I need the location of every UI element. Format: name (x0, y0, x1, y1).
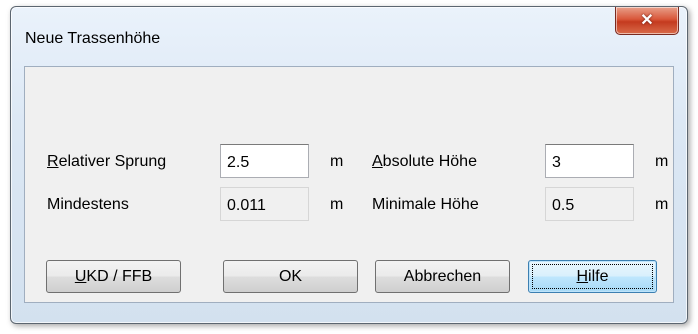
ok-button[interactable]: OK (223, 260, 358, 293)
absolute-hoehe-label: Absolute Höhe (372, 153, 477, 170)
minimale-hoehe-label: Minimale Höhe (372, 196, 479, 213)
minimale-hoehe-value: 0.5 (545, 187, 634, 221)
relativer-sprung-label: Relativer Sprung (47, 153, 167, 170)
relativer-sprung-unit: m (330, 153, 344, 170)
mindestens-label: Mindestens (47, 196, 129, 213)
absolute-hoehe-unit: m (655, 153, 669, 170)
mindestens-value: 0.011 (220, 187, 309, 221)
dialog-window: Neue Trassenhöhe ✕ Relativer Sprung 2.5 … (10, 6, 688, 324)
close-icon: ✕ (640, 11, 654, 29)
title-bar[interactable]: Neue Trassenhöhe ✕ (11, 7, 687, 53)
dialog-client-area: Relativer Sprung 2.5 m Absolute Höhe 3 m… (24, 66, 674, 303)
close-button[interactable]: ✕ (615, 7, 679, 35)
ukd-ffb-button[interactable]: U KD / FFB (46, 260, 181, 293)
hilfe-button[interactable]: Hilfe (528, 260, 657, 293)
window-title: Neue Trassenhöhe (25, 30, 161, 47)
abbrechen-button[interactable]: Abbrechen (375, 260, 510, 293)
minimale-hoehe-unit: m (655, 196, 669, 213)
relativer-sprung-input[interactable]: 2.5 (220, 144, 309, 178)
absolute-hoehe-input[interactable]: 3 (545, 144, 634, 178)
mindestens-unit: m (330, 196, 344, 213)
